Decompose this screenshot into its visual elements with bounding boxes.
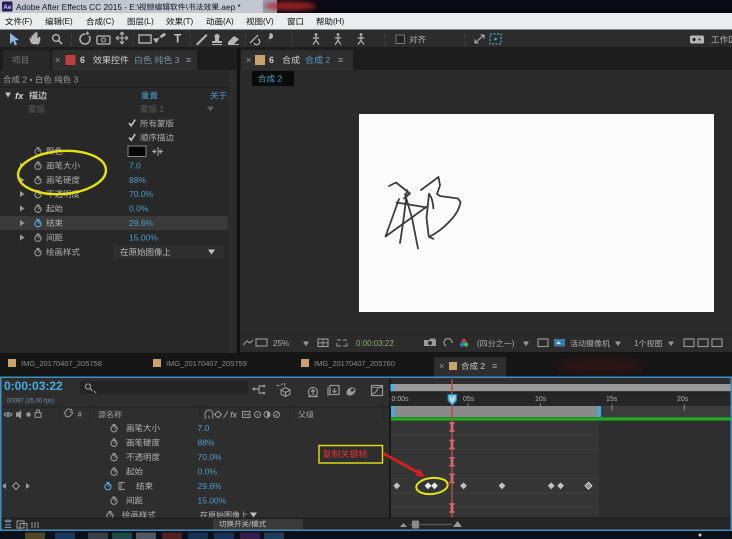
- svg-text:3: 3: [172, 55, 179, 65]
- svg-text:T: T: [174, 32, 182, 46]
- svg-text:88%: 88%: [129, 175, 146, 185]
- svg-text:≡: ≡: [186, 55, 191, 65]
- svg-text:fx: fx: [230, 411, 238, 420]
- svg-text:6: 6: [80, 55, 85, 65]
- svg-text:IMG_20170407_205758: IMG_20170407_205758: [21, 359, 102, 368]
- svg-text:(T): (T): [183, 17, 194, 26]
- svg-text:0:00:03:22: 0:00:03:22: [356, 339, 394, 348]
- svg-text:.aep *: .aep *: [219, 2, 241, 12]
- svg-text:×: ×: [439, 361, 444, 371]
- svg-text:29.6%: 29.6%: [198, 481, 223, 491]
- svg-text:25%: 25%: [273, 339, 289, 348]
- svg-text:≡: ≡: [338, 55, 343, 65]
- svg-text:fx: fx: [15, 91, 24, 102]
- svg-text:(L): (L): [144, 17, 154, 26]
- svg-text:×: ×: [55, 55, 60, 65]
- svg-text:IMG_20170407_205760: IMG_20170407_205760: [314, 359, 395, 368]
- svg-text:70.0%: 70.0%: [129, 189, 154, 199]
- svg-text:2: 2: [323, 55, 330, 65]
- svg-text:3: 3: [71, 74, 78, 84]
- svg-text:15.00%: 15.00%: [129, 232, 158, 242]
- svg-text:20s: 20s: [677, 396, 689, 403]
- svg-text:Ae: Ae: [3, 4, 12, 11]
- svg-text:10s: 10s: [535, 396, 547, 403]
- svg-text:1: 1: [634, 339, 639, 348]
- svg-text:(H): (H): [333, 17, 344, 26]
- svg-text:05s: 05s: [463, 396, 475, 403]
- svg-text:(: (: [477, 339, 480, 348]
- svg-text:IMG_20170407_205759: IMG_20170407_205759: [166, 359, 247, 368]
- svg-text:Adobe After Effects CC 2015 -: Adobe After Effects CC 2015 - E:\: [16, 2, 140, 12]
- svg-text:≡: ≡: [492, 361, 497, 371]
- svg-text:0.0%: 0.0%: [129, 203, 149, 213]
- svg-text:88%: 88%: [198, 437, 215, 447]
- svg-text:2: 2: [275, 73, 282, 83]
- svg-text:0:00:03:22: 0:00:03:22: [4, 379, 63, 393]
- svg-text:7.0: 7.0: [198, 423, 210, 433]
- svg-text:#: #: [78, 410, 83, 419]
- svg-text:15s: 15s: [606, 396, 618, 403]
- svg-text:15.00%: 15.00%: [198, 495, 227, 505]
- svg-text:0:00s: 0:00s: [392, 396, 410, 403]
- svg-text:2: 2: [478, 361, 485, 371]
- svg-text:2 •: 2 •: [20, 74, 35, 84]
- svg-text:70.0%: 70.0%: [198, 452, 223, 462]
- svg-text:(C): (C): [103, 17, 114, 26]
- svg-text:1: 1: [157, 104, 164, 114]
- svg-text:0.0%: 0.0%: [198, 466, 218, 476]
- svg-text:): ): [512, 339, 515, 348]
- svg-text:(E): (E): [62, 17, 73, 26]
- svg-text:29.6%: 29.6%: [129, 218, 154, 228]
- svg-text:(A): (A): [223, 17, 234, 26]
- svg-text:7.0: 7.0: [129, 160, 141, 170]
- svg-text:(V): (V): [263, 17, 274, 26]
- svg-text:6: 6: [269, 55, 274, 65]
- svg-text:(F): (F): [22, 17, 33, 26]
- svg-text:×: ×: [246, 55, 251, 65]
- svg-text:00097 (25.00 fps): 00097 (25.00 fps): [7, 399, 54, 405]
